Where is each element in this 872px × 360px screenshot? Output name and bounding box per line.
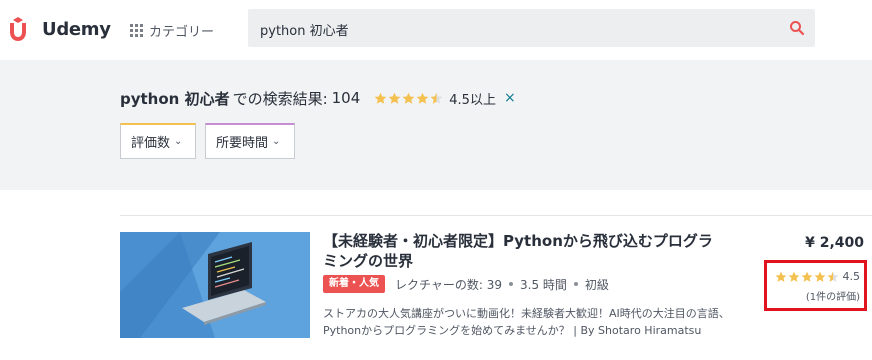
course-star-icon bbox=[814, 271, 826, 282]
filter-star-icon bbox=[374, 92, 387, 104]
rating-highlight-box: 4.5 (1件の評価) bbox=[764, 260, 867, 311]
rating-filter-chip[interactable]: 4.5以上 × bbox=[374, 89, 516, 108]
filter-star-icon bbox=[416, 92, 429, 104]
filter-ratings-button[interactable]: 評価数 ⌄ bbox=[120, 123, 196, 159]
course-star-icon bbox=[775, 271, 787, 282]
logo-text: Udemy bbox=[42, 18, 111, 40]
course-rating-count: (1件の評価) bbox=[805, 292, 860, 303]
course-level: 初級 bbox=[584, 277, 609, 292]
course-description: ストアカの大人気講座がついに動画化！未経験者大歓迎！AI時代の大注目の言語、Py… bbox=[323, 307, 730, 337]
meta-separator bbox=[573, 282, 578, 286]
course-title[interactable]: 【未経験者・初心者限定】Pythonから飛び込むプログラミングの世界 bbox=[323, 231, 723, 271]
course-price: ¥ 2,400 bbox=[805, 235, 864, 251]
course-meta: 新着・人気 レクチャーの数: 39 3.5 時間 初級 bbox=[323, 275, 609, 293]
divider bbox=[120, 215, 872, 216]
course-rating-value: 4.5 bbox=[842, 270, 861, 283]
categories-label: カテゴリー bbox=[149, 24, 215, 40]
udemy-logo-icon bbox=[10, 17, 26, 41]
results-query: python 初心者 bbox=[120, 89, 230, 108]
filter-star-icon bbox=[402, 92, 415, 104]
clear-filter-icon[interactable]: × bbox=[504, 90, 516, 106]
udemy-logo[interactable]: Udemy bbox=[6, 14, 111, 44]
filter-star-icon bbox=[430, 92, 443, 104]
search-icon[interactable] bbox=[789, 20, 805, 36]
filter-duration-label: 所要時間 bbox=[216, 136, 269, 151]
meta-separator bbox=[509, 282, 514, 286]
search-results-header: python 初心者 での検索結果: 104 4.5以上 × 評価数 ⌄ 所要時… bbox=[0, 60, 872, 190]
categories-button[interactable]: カテゴリー bbox=[130, 18, 214, 42]
course-duration: 3.5 時間 bbox=[520, 277, 567, 292]
search-input[interactable]: python 初心者 bbox=[248, 9, 815, 47]
course-rating-stars bbox=[775, 271, 840, 283]
course-thumbnail[interactable] bbox=[120, 232, 310, 338]
course-star-icon bbox=[801, 271, 813, 282]
results-summary: python 初心者 での検索結果: 104 4.5以上 × bbox=[120, 87, 516, 109]
results-count: 104 bbox=[331, 89, 361, 107]
filter-duration-button[interactable]: 所要時間 ⌄ bbox=[205, 123, 295, 159]
search-query[interactable]: python 初心者 bbox=[260, 20, 349, 39]
laptop-illustration bbox=[120, 232, 310, 338]
lecture-count: レクチャーの数: 39 bbox=[395, 277, 503, 292]
grid-icon bbox=[130, 23, 143, 37]
top-header: Udemy カテゴリー python 初心者 bbox=[0, 0, 872, 61]
filter-ratings-label: 評価数 bbox=[131, 136, 171, 151]
rating-filter-label: 4.5以上 bbox=[449, 92, 496, 108]
results-suffix: での検索結果: bbox=[232, 89, 328, 108]
chevron-down-icon: ⌄ bbox=[174, 136, 183, 147]
rating-filter-stars bbox=[374, 92, 444, 105]
course-star-icon bbox=[827, 271, 839, 282]
course-star-icon bbox=[788, 271, 800, 282]
filter-star-icon bbox=[388, 92, 401, 104]
status-badge: 新着・人気 bbox=[323, 275, 385, 293]
chevron-down-icon: ⌄ bbox=[272, 136, 281, 147]
